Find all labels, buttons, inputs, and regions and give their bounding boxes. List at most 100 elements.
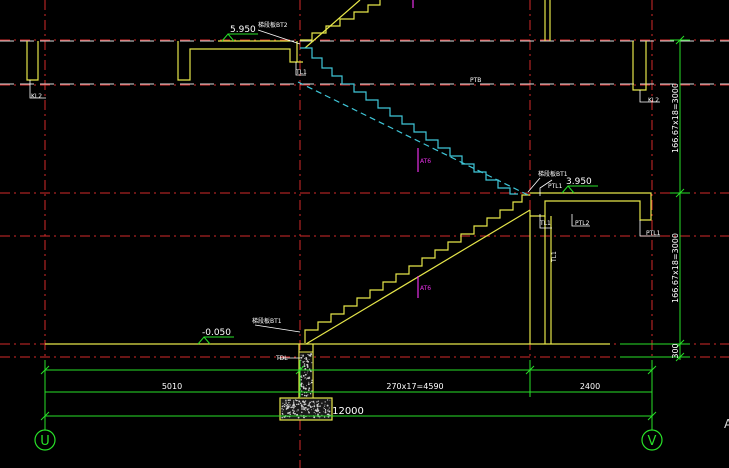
label-tdl: TDL (275, 355, 288, 362)
hatch-dot (311, 400, 313, 403)
dim-text-right-base: 300 (671, 343, 680, 358)
hatch-dot (329, 411, 330, 413)
hatch-dot (292, 406, 294, 408)
hatch-dot (308, 354, 311, 356)
hatch-dot (310, 353, 313, 356)
hatch-dot (306, 377, 309, 379)
hatch-dot (313, 416, 316, 419)
hatch-dot (313, 412, 315, 414)
hatch-dot (314, 412, 316, 414)
callout-text-lower: AT6 (420, 285, 431, 292)
hatch-dot (301, 406, 303, 408)
hatch-dot (310, 381, 313, 384)
elev-text-ground: -0.050 (202, 328, 231, 338)
hatch-dot (289, 404, 291, 406)
hatch-dot (306, 408, 309, 411)
hatch-dot (285, 405, 287, 407)
axis-label-v: V (648, 434, 657, 449)
hatch-dot (301, 411, 303, 414)
hatch-dot (328, 407, 330, 409)
hatch-dot (317, 400, 319, 402)
hatch-dot (324, 404, 326, 406)
hatch-dot (321, 402, 323, 404)
label-tl1-mid: TL1 (539, 220, 551, 227)
hatch-dot (281, 408, 283, 410)
hatch-dot (323, 416, 326, 418)
hatch-dot (301, 393, 303, 396)
hatch-dot (327, 399, 329, 401)
hatch-dot (294, 412, 296, 415)
hatch-dot (302, 374, 305, 377)
hatch-dot (308, 411, 310, 414)
label-tl1-low: TL1 (551, 251, 558, 263)
hatch-dot (327, 410, 328, 412)
hatch-dot (302, 361, 305, 363)
hatch-dot (303, 363, 306, 365)
hatch-dot (323, 411, 325, 413)
hatch-dot (282, 402, 284, 404)
hatch-dot (317, 403, 320, 405)
hatch-dot (282, 409, 284, 411)
dim-text-overall: 12000 (332, 406, 364, 417)
elev-text-top: 5.950 (230, 25, 256, 35)
hatch-dot (306, 405, 308, 407)
hatch-dot (308, 408, 310, 410)
hatch-dot (300, 385, 303, 388)
hatch-dot (317, 409, 320, 412)
hatch-dot (314, 410, 316, 412)
hatch-dot (308, 358, 310, 360)
hatch-dot (296, 410, 298, 412)
hatch-dot (296, 403, 298, 406)
hatch-dot (323, 407, 324, 409)
hatch-dot (305, 409, 306, 411)
hatch-dot (287, 403, 289, 406)
hatch-dot (303, 402, 305, 404)
hatch-dot (307, 394, 309, 396)
hatch-dot (303, 403, 306, 406)
hatch-dot (297, 416, 300, 419)
hatch-dot (300, 356, 303, 359)
hatch-dot (294, 399, 297, 401)
hatch-dot (316, 407, 319, 409)
hatch-dot (308, 387, 310, 389)
hatch-dot (288, 405, 290, 408)
hatch-dot (297, 409, 299, 411)
hatch-dot (300, 383, 302, 386)
hatch-dot (327, 413, 330, 416)
hatch-dot (293, 400, 295, 402)
hatch-dot (292, 409, 294, 411)
hatch-dot (305, 394, 308, 397)
hatch-dot (311, 362, 313, 364)
hatch-dot (304, 377, 306, 379)
label-left-tag: KL2 (31, 93, 42, 100)
hatch-dot (329, 399, 331, 401)
axis-label-u: U (40, 434, 50, 449)
dim-text-right-lower: 166.67x18=3000 (671, 233, 680, 303)
hatch-dot (302, 354, 304, 357)
hatch-dot (300, 414, 302, 416)
hatch-dot (302, 384, 304, 386)
hatch-dot (289, 411, 291, 413)
hatch-dot (309, 401, 311, 404)
hatch-dot (302, 386, 304, 388)
hatch-dot (300, 354, 302, 356)
hatch-dot (305, 378, 307, 380)
cad-drawing-canvas[interactable]: U V 5010 270x17=4590 2400 12000 166.67x1… (0, 0, 729, 468)
hatch-dot (292, 412, 295, 414)
hatch-dot (288, 402, 290, 404)
hatch-dot (324, 405, 326, 407)
hatch-dot (284, 403, 286, 406)
drawing-background (0, 0, 729, 468)
hatch-dot (311, 406, 313, 408)
label-upper-run-title: 梯段板BT2 (258, 21, 288, 29)
elev-text-mid: 3.950 (566, 177, 592, 187)
hatch-dot (282, 413, 284, 415)
hatch-dot (315, 413, 317, 415)
hatch-dot (313, 405, 316, 408)
hatch-dot (307, 383, 310, 386)
hatch-dot (304, 360, 306, 362)
hatch-dot (305, 407, 307, 409)
hatch-dot (313, 402, 316, 404)
hatch-dot (285, 408, 287, 410)
dim-text-bottom-mid: 270x17=4590 (386, 382, 443, 391)
